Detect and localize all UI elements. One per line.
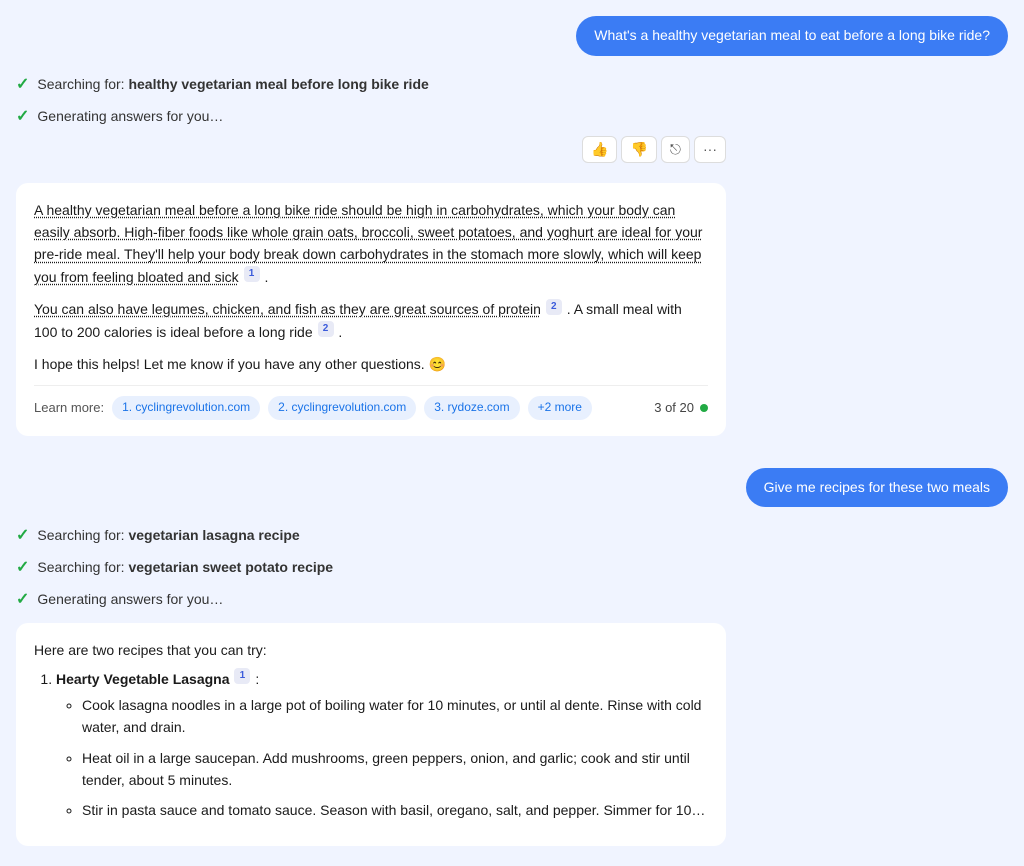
toolbar-wrapper: 👍 👎 ⎋ ··· [16,136,726,169]
page-indicator: 3 of 20 [654,398,708,419]
recipe-citation-1: 1 [234,668,250,684]
status-label-2: Generating answers for you… [37,108,223,124]
learn-more-bar: Learn more: 1. cyclingrevolution.com 2. … [34,385,708,419]
status-label-4: Searching for: vegetarian sweet potato r… [37,559,333,575]
share-button[interactable]: ⎋ [661,136,690,163]
answer-para-2: You can also have legumes, chicken, and … [34,298,708,343]
recipe-step-1-1: Cook lasagna noodles in a large pot of b… [82,694,708,739]
learn-more-link-2[interactable]: 2. cyclingrevolution.com [268,396,416,419]
status-label-5: Generating answers for you… [37,591,223,607]
answer-para-1: A healthy vegetarian meal before a long … [34,199,708,289]
status-dot [700,404,708,412]
user-bubble-1: What's a healthy vegetarian meal to eat … [576,16,1008,56]
recipe-item-1: Hearty Vegetable Lasagna 1 : Cook lasagn… [56,668,708,822]
citation-1: 1 [244,266,260,282]
card-toolbar: 👍 👎 ⎋ ··· [582,136,726,163]
citation-2: 2 [546,299,562,315]
recipe-list: Hearty Vegetable Lasagna 1 : Cook lasagn… [34,668,708,822]
recipe-steps-1: Cook lasagna noodles in a large pot of b… [56,694,708,822]
answer-card-1: A healthy vegetarian meal before a long … [16,183,726,436]
check-icon-4: ✓ [16,557,29,577]
user-message-1: What's a healthy vegetarian meal to eat … [16,16,1008,56]
learn-more-label: Learn more: [34,398,104,419]
user-message-2: Give me recipes for these two meals [16,468,1008,508]
recipe-step-1-3: Stir in pasta sauce and tomato sauce. Se… [82,799,708,821]
recipe-step-1-2: Heat oil in a large saucepan. Add mushro… [82,747,708,792]
section-gap-1 [16,448,1008,460]
like-button[interactable]: 👍 [582,136,617,163]
user-bubble-2: Give me recipes for these two meals [746,468,1008,508]
learn-more-more[interactable]: +2 more [528,396,592,419]
user-text-2: Give me recipes for these two meals [764,479,990,495]
status-label-3: Searching for: vegetarian lasagna recipe [37,527,299,543]
chat-container: What's a healthy vegetarian meal to eat … [0,0,1024,866]
recipe-intro: Here are two recipes that you can try: [34,639,708,661]
learn-more-link-1[interactable]: 1. cyclingrevolution.com [112,396,260,419]
status-searching-2: ✓ Searching for: vegetarian lasagna reci… [16,523,1008,547]
status-searching-3: ✓ Searching for: vegetarian sweet potato… [16,555,1008,579]
dislike-button[interactable]: 👎 [621,136,656,163]
answer-para-3: I hope this helps! Let me know if you ha… [34,353,708,375]
check-icon-1: ✓ [16,74,29,94]
check-icon-5: ✓ [16,589,29,609]
more-button[interactable]: ··· [694,136,726,163]
check-icon-2: ✓ [16,106,29,126]
recipe-card: Here are two recipes that you can try: H… [16,623,726,846]
status-generating-2: ✓ Generating answers for you… [16,587,1008,611]
check-icon-3: ✓ [16,525,29,545]
status-generating-1: ✓ Generating answers for you… [16,104,1008,128]
learn-more-link-3[interactable]: 3. rydoze.com [424,396,519,419]
status-label-1: Searching for: healthy vegetarian meal b… [37,76,428,92]
user-text-1: What's a healthy vegetarian meal to eat … [594,27,990,43]
citation-3: 2 [318,321,334,337]
status-searching-1: ✓ Searching for: healthy vegetarian meal… [16,72,1008,96]
